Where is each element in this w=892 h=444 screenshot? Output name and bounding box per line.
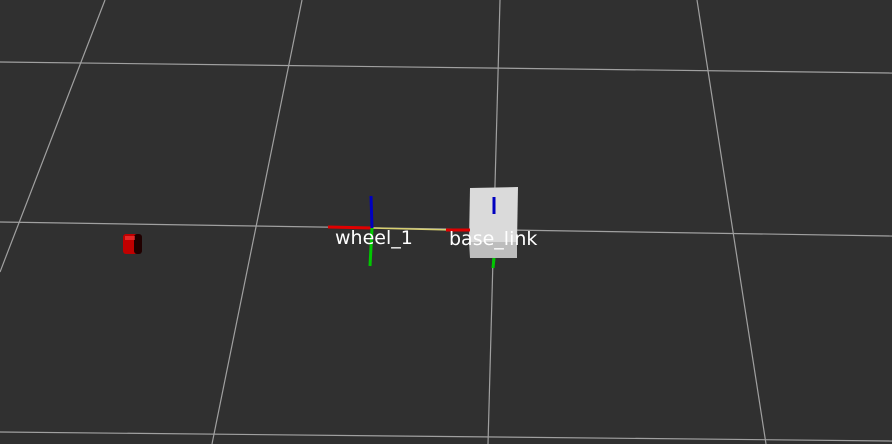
wheel-1-axes[interactable] (327, 195, 374, 267)
grid-line (0, 61, 892, 74)
y-axis (491, 257, 496, 269)
ground-grid (0, 0, 892, 444)
x-axis (327, 225, 373, 230)
grid-line (211, 0, 303, 444)
y-axis (368, 227, 374, 267)
z-axis (369, 195, 374, 229)
3d-scene[interactable] (0, 0, 892, 444)
3d-viewport[interactable]: wheel_1 base_link (0, 0, 892, 444)
wheel-model[interactable] (123, 234, 142, 254)
grid-line (696, 0, 767, 444)
grid-line (0, 0, 106, 273)
grid-line (0, 431, 892, 442)
